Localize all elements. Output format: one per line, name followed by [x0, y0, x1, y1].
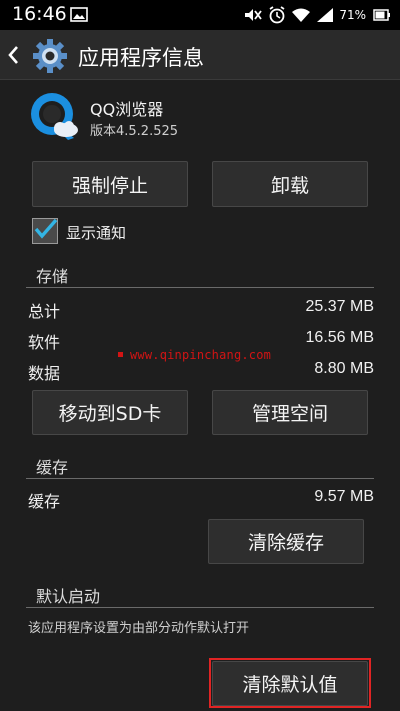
cache-label: 缓存: [28, 492, 61, 511]
storage-data-value: 8.80 MB: [314, 360, 374, 377]
cache-section-title: 缓存: [36, 458, 69, 477]
battery-percent: 71%: [339, 8, 366, 22]
manage-space-label: 管理空间: [251, 403, 328, 425]
storage-section-title: 存储: [36, 267, 69, 286]
storage-app-value: 16.56 MB: [305, 329, 374, 346]
app-name: QQ浏览器: [90, 100, 164, 119]
uninstall-button[interactable]: 卸载: [212, 161, 368, 207]
watermark-text: www.qinpinchang.com: [130, 348, 272, 362]
storage-app-label: 软件: [28, 333, 61, 352]
default-launch-section-title: 默认启动: [36, 587, 101, 606]
storage-total-label: 总计: [28, 302, 61, 321]
settings-gear-icon: [33, 39, 67, 73]
wifi-icon: [292, 8, 311, 22]
manage-space-button[interactable]: 管理空间: [212, 390, 368, 435]
action-bar: 应用程序信息: [0, 30, 400, 80]
default-launch-description: 该应用程序设置为由部分动作默认打开: [28, 621, 250, 636]
app-version: 版本4.5.2.525: [90, 124, 179, 139]
storage-total-value: 25.37 MB: [305, 298, 374, 315]
storage-divider: [26, 287, 374, 288]
highlight-annotation-box: [209, 658, 371, 708]
alarm-icon: [269, 6, 285, 24]
cache-value: 9.57 MB: [314, 488, 374, 505]
storage-data-label: 数据: [28, 364, 61, 383]
mute-icon: [245, 9, 263, 21]
force-stop-label: 强制停止: [71, 174, 148, 197]
status-bar: 16:46 71%: [0, 0, 400, 30]
back-arrow-icon[interactable]: [6, 44, 20, 66]
show-notification-label: 显示通知: [66, 224, 127, 242]
clear-cache-label: 清除缓存: [247, 532, 324, 554]
qq-browser-app-icon: [31, 93, 78, 140]
page-title: 应用程序信息: [78, 46, 204, 70]
show-notification-checkbox[interactable]: [32, 218, 58, 244]
checkmark-icon: [34, 218, 58, 239]
image-icon: [70, 7, 88, 22]
watermark-dot: [118, 352, 123, 357]
move-to-sd-button[interactable]: 移动到SD卡: [32, 390, 188, 435]
battery-icon: [373, 9, 390, 21]
move-to-sd-label: 移动到SD卡: [58, 403, 162, 425]
force-stop-button[interactable]: 强制停止: [32, 161, 188, 207]
default-launch-divider: [26, 607, 374, 608]
clear-cache-button[interactable]: 清除缓存: [208, 519, 364, 564]
status-time: 16:46: [12, 3, 67, 25]
signal-icon: [317, 8, 334, 22]
uninstall-label: 卸载: [270, 174, 309, 197]
cache-divider: [26, 478, 374, 479]
